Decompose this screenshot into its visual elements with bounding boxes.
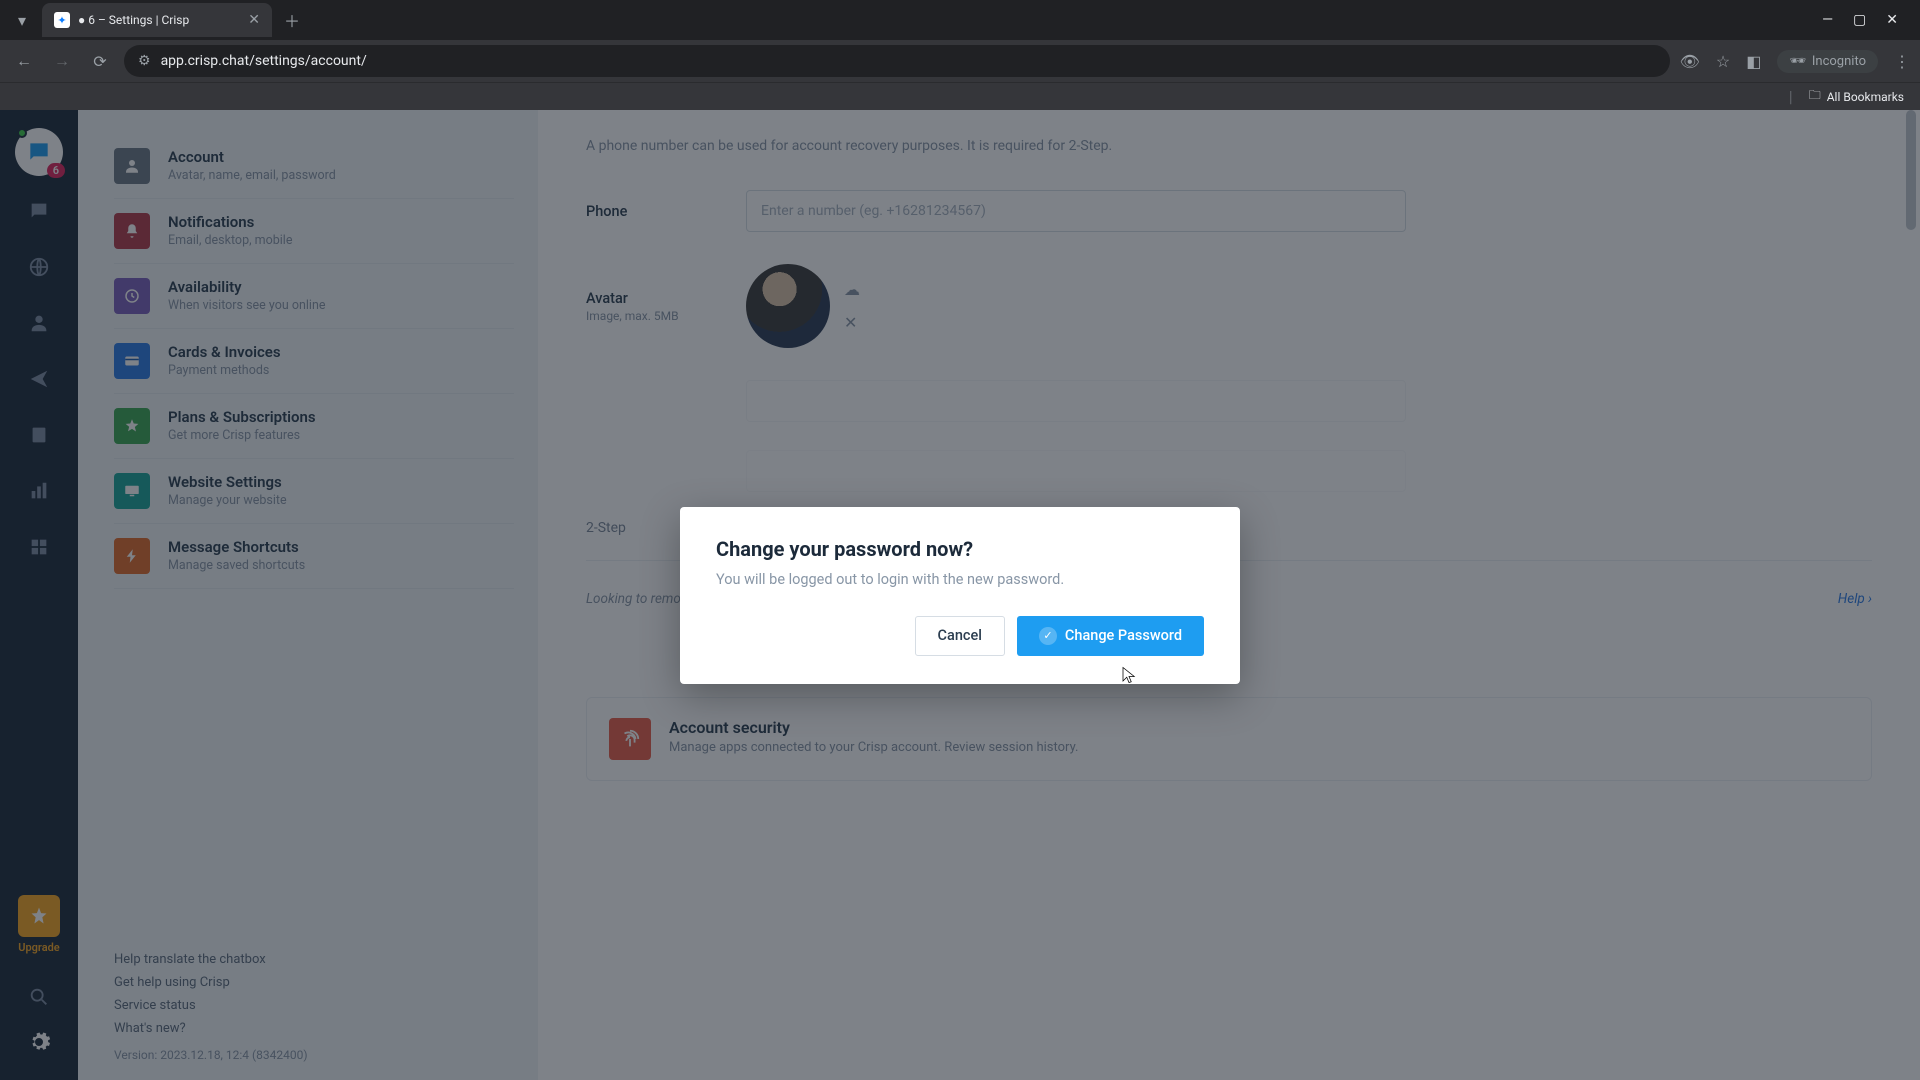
tab-title: ● 6 – Settings | Crisp [78, 13, 240, 27]
tab-bar: ▾ ✦ ● 6 – Settings | Crisp ✕ ＋ — ▢ ✕ [0, 0, 1920, 40]
nav-forward-icon[interactable]: → [48, 47, 76, 75]
nav-back-icon[interactable]: ← [10, 47, 38, 75]
bookmark-star-icon[interactable]: ☆ [1716, 52, 1730, 71]
addr-right-icons: 👁 ☆ ◧ 🕶 Incognito ⋮ [1680, 50, 1910, 73]
incognito-label: Incognito [1812, 54, 1866, 69]
nav-reload-icon[interactable]: ⟳ [86, 47, 114, 75]
window-close-icon[interactable]: ✕ [1886, 12, 1898, 28]
modal-body: You will be logged out to login with the… [716, 571, 1204, 588]
all-bookmarks-button[interactable]: 🗀 All Bookmarks [1809, 86, 1904, 107]
address-bar: ← → ⟳ ⚙ app.crisp.chat/settings/account/… [0, 40, 1920, 82]
url-text: app.crisp.chat/settings/account/ [161, 53, 367, 69]
change-password-button[interactable]: ✓ Change Password [1017, 616, 1204, 656]
browser-tab[interactable]: ✦ ● 6 – Settings | Crisp ✕ [42, 3, 272, 37]
tab-search-dropdown[interactable]: ▾ [8, 6, 36, 34]
browser-menu-icon[interactable]: ⋮ [1894, 52, 1910, 71]
url-box[interactable]: ⚙ app.crisp.chat/settings/account/ [124, 45, 1670, 77]
browser-chrome: ▾ ✦ ● 6 – Settings | Crisp ✕ ＋ — ▢ ✕ ← →… [0, 0, 1920, 110]
window-controls: — ▢ ✕ [1822, 12, 1912, 28]
incognito-indicator[interactable]: 🕶 Incognito [1777, 50, 1878, 73]
modal-overlay[interactable]: Change your password now? You will be lo… [0, 110, 1920, 1080]
eye-off-icon[interactable]: 👁 [1680, 52, 1700, 71]
side-panel-icon[interactable]: ◧ [1746, 52, 1761, 71]
window-minimize-icon[interactable]: — [1822, 12, 1833, 28]
incognito-icon: 🕶 [1789, 54, 1806, 69]
modal-actions: Cancel ✓ Change Password [716, 616, 1204, 656]
new-tab-button[interactable]: ＋ [278, 6, 306, 34]
bookmarks-separator: | [1789, 87, 1793, 106]
app-root: 6 Upgrade AccountAvatar, name, email, pa… [0, 110, 1920, 1080]
change-password-modal: Change your password now? You will be lo… [680, 507, 1240, 684]
check-circle-icon: ✓ [1039, 627, 1057, 645]
cancel-button[interactable]: Cancel [915, 616, 1005, 656]
site-info-icon[interactable]: ⚙ [138, 53, 151, 69]
bookmarks-bar: | 🗀 All Bookmarks [0, 82, 1920, 110]
change-password-label: Change Password [1065, 627, 1182, 644]
tab-close-icon[interactable]: ✕ [248, 12, 260, 28]
all-bookmarks-label: All Bookmarks [1827, 90, 1904, 104]
modal-title: Change your password now? [716, 537, 1204, 561]
folder-icon: 🗀 [1809, 86, 1821, 107]
window-maximize-icon[interactable]: ▢ [1853, 12, 1866, 28]
tab-favicon: ✦ [54, 12, 70, 28]
